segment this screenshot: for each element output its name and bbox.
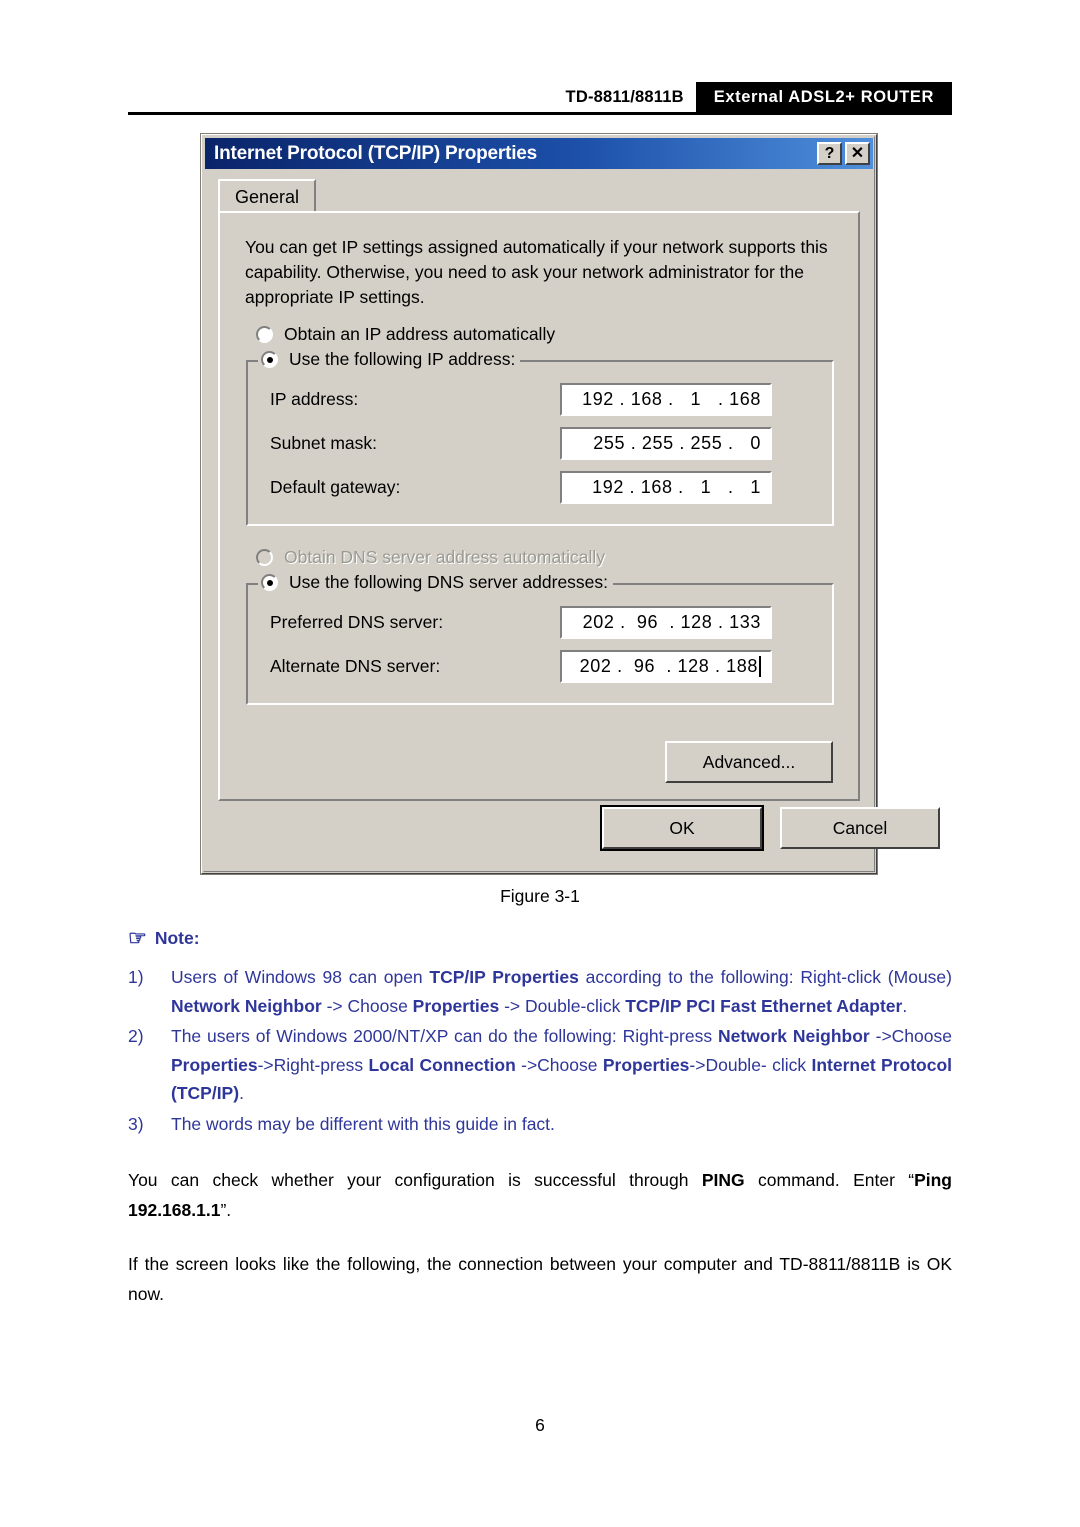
- note-list: 1) Users of Windows 98 can open TCP/IP P…: [128, 963, 952, 1140]
- radio-label-obtain-ip-auto: Obtain an IP address automatically: [284, 324, 556, 344]
- header-product: External ADSL2+ ROUTER: [695, 82, 952, 112]
- advanced-button[interactable]: Advanced...: [665, 741, 833, 783]
- help-icon[interactable]: ?: [817, 142, 842, 165]
- radio-indicator-obtain-ip-auto: [256, 326, 273, 343]
- page-number: 6: [535, 1415, 545, 1435]
- note-item: 2) The users of Windows 2000/NT/XP can d…: [128, 1022, 952, 1108]
- label-ip-address: IP address:: [270, 389, 359, 409]
- ok-button[interactable]: OK: [600, 805, 764, 851]
- label-default-gateway: Default gateway:: [270, 477, 401, 497]
- radio-label-use-following-dns: Use the following DNS server addresses:: [289, 572, 609, 592]
- tabstrip: General: [218, 179, 860, 213]
- text-caret: [759, 656, 761, 677]
- radio-obtain-dns-auto[interactable]: Obtain DNS server address automatically: [256, 547, 605, 568]
- radio-label-use-following-ip: Use the following IP address:: [289, 349, 516, 369]
- paragraph-ping-instruction: You can check whether your configuration…: [128, 1170, 952, 1221]
- note-text: The users of Windows 2000/NT/XP can do t…: [171, 1026, 953, 1104]
- note-item: 1) Users of Windows 98 can open TCP/IP P…: [128, 963, 952, 1020]
- radio-use-following-dns[interactable]: Use the following DNS server addresses:: [258, 572, 614, 593]
- note-number: 1): [128, 967, 144, 987]
- input-default-gateway[interactable]: 192 . 168 . 1 . 1: [560, 471, 772, 504]
- label-preferred-dns: Preferred DNS server:: [270, 612, 444, 632]
- note-item: 3) The words may be different with this …: [128, 1110, 952, 1139]
- note-heading-label: Note:: [154, 928, 200, 948]
- input-preferred-dns[interactable]: 202 . 96 . 128 . 133: [560, 606, 772, 639]
- label-alternate-dns: Alternate DNS server:: [270, 656, 441, 676]
- dialog-title: Internet Protocol (TCP/IP) Properties: [214, 142, 538, 164]
- close-icon[interactable]: ✕: [845, 142, 870, 165]
- note-text: Users of Windows 98 can open TCP/IP Prop…: [171, 967, 952, 1016]
- header-model: TD-8811/8811B: [565, 82, 696, 112]
- input-subnet-mask[interactable]: 255 . 255 . 255 . 0: [560, 427, 772, 460]
- pointing-hand-icon: ☞: [128, 927, 147, 950]
- note-heading: ☞ Note:: [128, 928, 200, 949]
- header-divider: [128, 112, 952, 115]
- radio-indicator-use-following-dns: [261, 574, 278, 591]
- field-subnet-mask: Subnet mask: 255 . 255 . 255 . 0: [270, 427, 810, 460]
- paragraph-screen-check: If the screen looks like the following, …: [128, 1254, 952, 1305]
- cancel-button[interactable]: Cancel: [780, 807, 940, 849]
- label-subnet-mask: Subnet mask:: [270, 433, 377, 453]
- ip-address-groupbox: Use the following IP address: IP address…: [246, 349, 834, 526]
- input-ip-address[interactable]: 192 . 168 . 1 . 168: [560, 383, 772, 416]
- dns-groupbox: Use the following DNS server addresses: …: [246, 572, 834, 705]
- field-default-gateway: Default gateway: 192 . 168 . 1 . 1: [270, 471, 810, 504]
- field-alternate-dns: Alternate DNS server: 202 . 96 . 128 . 1…: [270, 650, 810, 683]
- field-preferred-dns: Preferred DNS server: 202 . 96 . 128 . 1…: [270, 606, 810, 639]
- figure-caption: Figure 3-1: [500, 886, 580, 906]
- page-header: TD-8811/8811B External ADSL2+ ROUTER: [128, 82, 952, 112]
- dialog-titlebar[interactable]: Internet Protocol (TCP/IP) Properties ? …: [205, 138, 873, 169]
- tab-page-general: You can get IP settings assigned automat…: [218, 211, 860, 801]
- radio-indicator-use-following-ip: [261, 351, 278, 368]
- dialog-description: You can get IP settings assigned automat…: [245, 237, 828, 308]
- radio-indicator-obtain-dns-auto: [256, 549, 273, 566]
- input-alternate-dns[interactable]: 202 . 96 . 128 . 188: [560, 650, 772, 683]
- radio-label-obtain-dns-auto: Obtain DNS server address automatically: [284, 547, 605, 567]
- tcpip-properties-dialog: Internet Protocol (TCP/IP) Properties ? …: [201, 134, 940, 874]
- radio-obtain-ip-auto[interactable]: Obtain an IP address automatically: [256, 324, 555, 345]
- field-ip-address: IP address: 192 . 168 . 1 . 168: [270, 383, 810, 416]
- note-number: 2): [128, 1026, 144, 1047]
- input-alternate-dns-value: 202 . 96 . 128 . 188: [579, 656, 758, 676]
- note-text: The words may be different with this gui…: [171, 1113, 555, 1134]
- radio-use-following-ip[interactable]: Use the following IP address:: [258, 349, 521, 370]
- note-number: 3): [128, 1113, 144, 1134]
- tab-general[interactable]: General: [218, 179, 317, 213]
